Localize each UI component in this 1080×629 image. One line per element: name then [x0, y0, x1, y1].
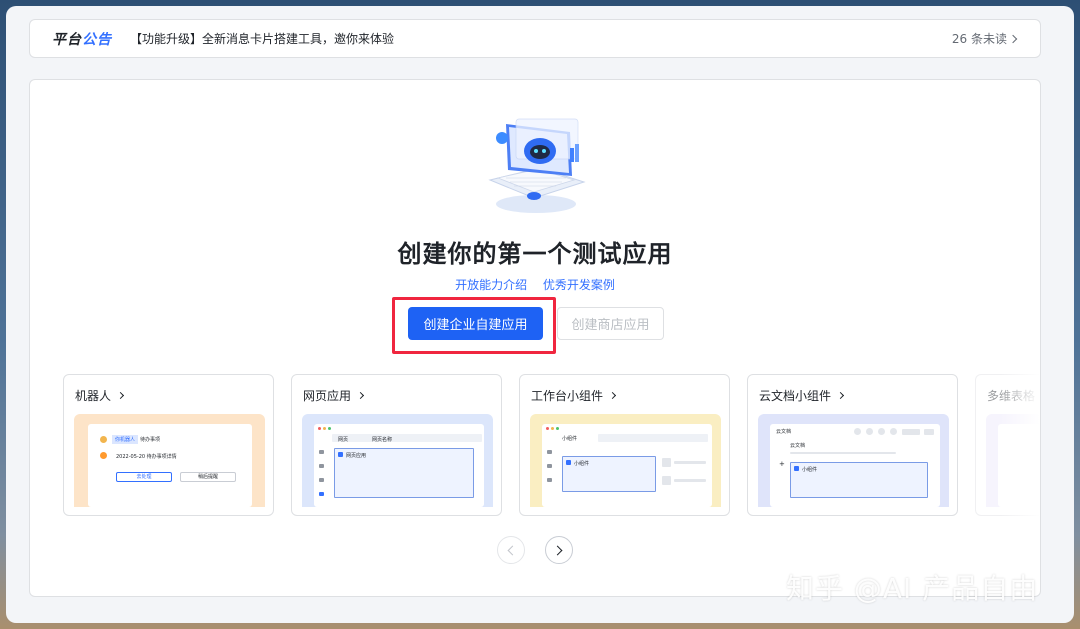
preview-tab1: 网页 [338, 437, 349, 443]
carousel-prev-button[interactable] [497, 536, 525, 564]
card-header: 工作台小组件 [531, 387, 617, 404]
carousel-fade [1000, 365, 1040, 525]
chevron-right-icon [608, 391, 617, 400]
card-header: 云文档小组件 [759, 387, 845, 404]
chevron-right-icon [116, 391, 125, 400]
watermark: 知乎 @AI 产品自由 [786, 572, 1039, 605]
card-preview: 你机器人 待办事项 2022-05-20 待办事项详情 去处理 稍后提醒 [74, 414, 265, 507]
card-title: 云文档小组件 [759, 389, 832, 403]
chevron-right-icon [1008, 34, 1018, 43]
card-title: 网页应用 [303, 389, 352, 403]
preview-box-label: 小组件 [574, 461, 590, 467]
preview-box-label: 小组件 [802, 467, 818, 473]
announcement-bar[interactable]: 平台 公告 【功能升级】全新消息卡片搭建工具，邀你来体验 26 条未读 [29, 19, 1041, 58]
preview-tag-text: 待办事项 [140, 437, 161, 443]
chevron-right-icon [836, 391, 845, 400]
developer-cases-link[interactable]: 优秀开发案例 [543, 278, 615, 292]
brand-label-part2: 公告 [82, 31, 112, 48]
card-preview: 网页 网页名称 网页应用 [302, 414, 493, 507]
chevron-right-icon [552, 545, 563, 555]
preview-label: 云文档 [790, 443, 806, 449]
unread-count: 26 条未读 [951, 32, 1007, 46]
card-bot[interactable]: 机器人 你机器人 待办事项 2022-05-20 待办事项详情 去处理 稍后提醒 [63, 374, 274, 516]
preview-tag: 你机器人 [112, 435, 139, 444]
card-workbench-widget[interactable]: 工作台小组件 小组件 小组件 [519, 374, 730, 516]
card-doc-widget[interactable]: 云文档小组件 云文档 云文档 + 小组件 [747, 374, 958, 516]
main-panel: 创建你的第一个测试应用 开放能力介绍 优秀开发案例 创建企业自建应用 创建商店应… [29, 79, 1041, 597]
brand-label-part1: 平台 [52, 31, 82, 48]
preview-back: 云文档 [776, 429, 792, 435]
preview-line: 2022-05-20 待办事项详情 [116, 454, 177, 460]
card-header: 机器人 [75, 387, 125, 404]
preview-btn2: 稍后提醒 [180, 472, 236, 482]
preview-box-label: 网页应用 [346, 453, 367, 459]
page-title: 创建你的第一个测试应用 [397, 240, 673, 268]
preview-btn1: 去处理 [116, 472, 172, 482]
card-preview: 云文档 云文档 + 小组件 [758, 414, 949, 507]
preview-tab: 小组件 [562, 436, 578, 442]
capabilities-intro-link[interactable]: 开放能力介绍 [455, 278, 527, 292]
create-store-app-button[interactable]: 创建商店应用 [557, 307, 664, 340]
announcement-brand: 平台 公告 [52, 29, 112, 49]
help-links: 开放能力介绍 优秀开发案例 [30, 276, 1040, 293]
carousel-next-button[interactable] [545, 536, 573, 564]
card-web-app[interactable]: 网页应用 网页 网页名称 网页应用 [291, 374, 502, 516]
preview-tab2: 网页名称 [372, 437, 393, 443]
create-custom-app-button[interactable]: 创建企业自建应用 [408, 307, 543, 340]
card-title: 工作台小组件 [531, 389, 604, 403]
hero-illustration-icon [488, 118, 586, 213]
chevron-left-icon [507, 545, 518, 555]
announcement-text[interactable]: 【功能升级】全新消息卡片搭建工具，邀你来体验 [130, 30, 952, 47]
chevron-right-icon [356, 391, 365, 400]
card-header: 网页应用 [303, 387, 365, 404]
unread-count-link[interactable]: 26 条未读 [951, 30, 1018, 47]
card-preview: 小组件 小组件 [530, 414, 721, 507]
card-title: 机器人 [75, 389, 112, 403]
